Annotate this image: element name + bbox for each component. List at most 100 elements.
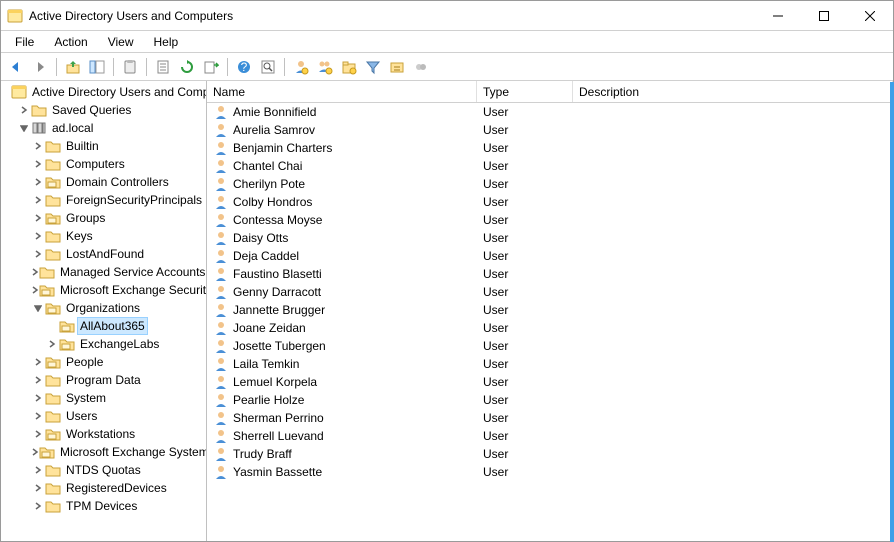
extra-toolbar-button[interactable] bbox=[410, 56, 432, 78]
list-row[interactable]: Contessa MoyseUser bbox=[207, 211, 893, 229]
close-button[interactable] bbox=[847, 1, 893, 31]
refresh-button[interactable] bbox=[176, 56, 198, 78]
menu-help[interactable]: Help bbox=[146, 33, 187, 51]
tree-node[interactable]: NTDS Quotas bbox=[1, 461, 206, 479]
expand-toggle-icon[interactable] bbox=[31, 355, 45, 369]
list-row[interactable]: Chantel ChaiUser bbox=[207, 157, 893, 175]
expand-toggle-icon[interactable] bbox=[45, 337, 59, 351]
user-icon bbox=[213, 464, 229, 480]
list-row[interactable]: Lemuel KorpelaUser bbox=[207, 373, 893, 391]
expand-toggle-icon[interactable] bbox=[31, 499, 45, 513]
expand-toggle-icon[interactable] bbox=[31, 301, 45, 315]
new-ou-button[interactable] bbox=[338, 56, 360, 78]
expand-toggle-icon[interactable] bbox=[31, 139, 45, 153]
menu-action[interactable]: Action bbox=[46, 33, 95, 51]
list-row[interactable]: Colby HondrosUser bbox=[207, 193, 893, 211]
tree-node[interactable]: Microsoft Exchange System Objects bbox=[1, 443, 206, 461]
menu-file[interactable]: File bbox=[7, 33, 42, 51]
tree-node[interactable]: LostAndFound bbox=[1, 245, 206, 263]
paste-button[interactable] bbox=[119, 56, 141, 78]
forward-button[interactable] bbox=[29, 56, 51, 78]
column-header-description[interactable]: Description bbox=[573, 81, 893, 102]
up-one-level-button[interactable] bbox=[62, 56, 84, 78]
column-header-type[interactable]: Type bbox=[477, 81, 573, 102]
row-name: Amie Bonnifield bbox=[233, 105, 316, 119]
list-row[interactable]: Aurelia SamrovUser bbox=[207, 121, 893, 139]
expand-toggle-icon[interactable] bbox=[17, 121, 31, 135]
expand-toggle-icon[interactable] bbox=[31, 175, 45, 189]
tree-root[interactable]: Active Directory Users and Computers bbox=[1, 83, 206, 101]
list-row[interactable]: Sherman PerrinoUser bbox=[207, 409, 893, 427]
tree-node[interactable]: Computers bbox=[1, 155, 206, 173]
expand-toggle-icon[interactable] bbox=[31, 373, 45, 387]
tree-node[interactable]: Keys bbox=[1, 227, 206, 245]
list-row[interactable]: Trudy BraffUser bbox=[207, 445, 893, 463]
export-list-button[interactable] bbox=[200, 56, 222, 78]
tree-node[interactable]: ForeignSecurityPrincipals bbox=[1, 191, 206, 209]
tree-node[interactable]: System bbox=[1, 389, 206, 407]
expand-toggle-icon[interactable] bbox=[31, 229, 45, 243]
properties-button[interactable] bbox=[152, 56, 174, 78]
list-row[interactable]: Cherilyn PoteUser bbox=[207, 175, 893, 193]
tree-node[interactable]: Managed Service Accounts bbox=[1, 263, 206, 281]
tree-node[interactable]: Domain Controllers bbox=[1, 173, 206, 191]
expand-toggle-icon[interactable] bbox=[31, 283, 39, 297]
list-row[interactable]: Joane ZeidanUser bbox=[207, 319, 893, 337]
tree-node[interactable]: Users bbox=[1, 407, 206, 425]
saved-query-button[interactable] bbox=[386, 56, 408, 78]
tree-node[interactable]: Builtin bbox=[1, 137, 206, 155]
new-group-button[interactable] bbox=[314, 56, 336, 78]
expand-toggle-icon[interactable] bbox=[31, 409, 45, 423]
tree-pane[interactable]: Active Directory Users and Computers Sav… bbox=[1, 81, 207, 541]
list-row[interactable]: Josette TubergenUser bbox=[207, 337, 893, 355]
expand-toggle-icon[interactable] bbox=[31, 481, 45, 495]
tree-node[interactable]: ad.local bbox=[1, 119, 206, 137]
tree-node[interactable]: Saved Queries bbox=[1, 101, 206, 119]
expand-toggle-icon[interactable] bbox=[31, 463, 45, 477]
expand-toggle-icon[interactable] bbox=[31, 211, 45, 225]
list-row[interactable]: Amie BonnifieldUser bbox=[207, 103, 893, 121]
list-row[interactable]: Pearlie HolzeUser bbox=[207, 391, 893, 409]
tree-node[interactable]: RegisteredDevices bbox=[1, 479, 206, 497]
row-type: User bbox=[477, 393, 573, 407]
list-row[interactable]: Laila TemkinUser bbox=[207, 355, 893, 373]
tree-node[interactable]: Organizations bbox=[1, 299, 206, 317]
tree-node[interactable]: People bbox=[1, 353, 206, 371]
tree-node[interactable]: Workstations bbox=[1, 425, 206, 443]
expand-toggle-icon[interactable] bbox=[31, 445, 39, 459]
minimize-button[interactable] bbox=[755, 1, 801, 31]
tree-node[interactable]: Groups bbox=[1, 209, 206, 227]
find-button[interactable] bbox=[257, 56, 279, 78]
column-header-name[interactable]: Name bbox=[207, 81, 477, 102]
tree-node[interactable]: ExchangeLabs bbox=[1, 335, 206, 353]
tree-node[interactable]: TPM Devices bbox=[1, 497, 206, 515]
list-row[interactable]: Jannette BruggerUser bbox=[207, 301, 893, 319]
expand-toggle-icon[interactable] bbox=[31, 427, 45, 441]
maximize-button[interactable] bbox=[801, 1, 847, 31]
list-row[interactable]: Deja CaddelUser bbox=[207, 247, 893, 265]
new-user-button[interactable] bbox=[290, 56, 312, 78]
help-button[interactable]: ? bbox=[233, 56, 255, 78]
filter-button[interactable] bbox=[362, 56, 384, 78]
expand-toggle-icon[interactable] bbox=[31, 157, 45, 171]
menu-view[interactable]: View bbox=[100, 33, 142, 51]
tree-node[interactable]: Program Data bbox=[1, 371, 206, 389]
back-button[interactable] bbox=[5, 56, 27, 78]
tree-node[interactable]: Microsoft Exchange Security Groups bbox=[1, 281, 206, 299]
expand-toggle-icon[interactable] bbox=[31, 193, 45, 207]
expand-toggle-icon[interactable] bbox=[31, 391, 45, 405]
list-row[interactable]: Benjamin ChartersUser bbox=[207, 139, 893, 157]
expand-toggle-icon[interactable] bbox=[31, 247, 45, 261]
list-row[interactable]: Yasmin BassetteUser bbox=[207, 463, 893, 481]
row-name: Joane Zeidan bbox=[233, 321, 306, 335]
list-row[interactable]: Daisy OttsUser bbox=[207, 229, 893, 247]
row-name: Cherilyn Pote bbox=[233, 177, 305, 191]
list-row[interactable]: Genny DarracottUser bbox=[207, 283, 893, 301]
list-body[interactable]: Amie BonnifieldUserAurelia SamrovUserBen… bbox=[207, 103, 893, 541]
expand-toggle-icon[interactable] bbox=[17, 103, 31, 117]
tree-node[interactable]: AllAbout365 bbox=[1, 317, 206, 335]
list-row[interactable]: Faustino BlasettiUser bbox=[207, 265, 893, 283]
expand-toggle-icon[interactable] bbox=[31, 265, 39, 279]
list-row[interactable]: Sherrell LuevandUser bbox=[207, 427, 893, 445]
show-hide-tree-button[interactable] bbox=[86, 56, 108, 78]
